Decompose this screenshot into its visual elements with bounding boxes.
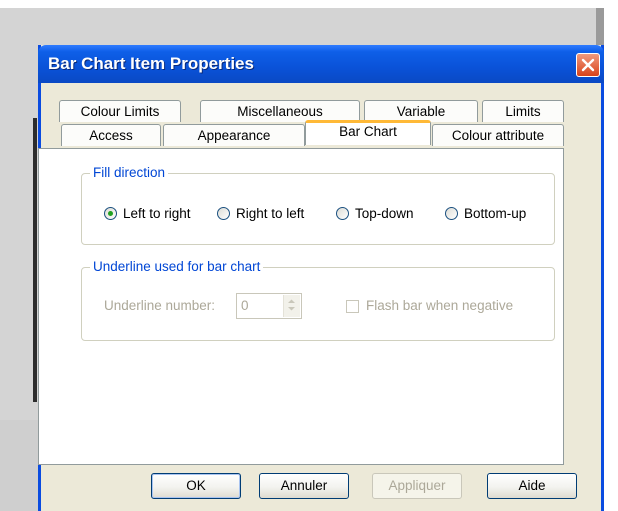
spin-arrows-glyph	[288, 299, 295, 311]
apply-button[interactable]: Appliquer	[372, 473, 462, 499]
radio-label: Top-down	[355, 206, 414, 221]
tab-limits[interactable]: Limits	[482, 100, 564, 122]
tab-variable[interactable]: Variable	[364, 100, 478, 122]
underline-group-label: Underline used for bar chart	[90, 259, 264, 275]
radio-circle	[336, 207, 349, 220]
ok-button[interactable]: OK	[151, 473, 241, 499]
radio-circle	[445, 207, 458, 220]
radio-label: Bottom-up	[464, 206, 527, 221]
tab-appearance[interactable]: Appearance	[163, 124, 305, 146]
radio-label: Left to right	[123, 206, 191, 221]
underline-number-stepper[interactable]: 0	[236, 293, 302, 319]
tab-miscellaneous[interactable]: Miscellaneous	[200, 100, 360, 122]
flash-bar-checkbox[interactable]	[346, 300, 359, 313]
flash-bar-label: Flash bar when negative	[366, 298, 514, 313]
dialog-titlebar[interactable]: Bar Chart Item Properties	[38, 45, 604, 83]
underline-number-value: 0	[241, 298, 249, 313]
tab-colour-limits[interactable]: Colour Limits	[59, 100, 181, 122]
radio-selected-dot	[108, 211, 113, 216]
underline-number-label: Underline number:	[104, 298, 216, 313]
help-button[interactable]: Aide	[487, 473, 577, 499]
bar-chart-tab-panel: Fill direction Left to right Right to le…	[38, 148, 564, 465]
fill-direction-label: Fill direction	[90, 165, 169, 181]
tab-access[interactable]: Access	[61, 124, 161, 146]
radio-circle	[104, 207, 117, 220]
radio-circle	[217, 207, 230, 220]
tab-bar-chart[interactable]: Bar Chart	[305, 120, 431, 145]
close-button[interactable]	[576, 53, 600, 77]
spin-arrows-icon[interactable]	[283, 295, 300, 317]
close-icon	[581, 58, 595, 72]
radio-label: Right to left	[236, 206, 305, 221]
tab-colour-attribute[interactable]: Colour attribute	[432, 124, 564, 146]
fill-direction-group: Fill direction Left to right Right to le…	[81, 165, 555, 245]
dialog-title: Bar Chart Item Properties	[48, 54, 254, 73]
window-divider	[33, 118, 37, 402]
underline-group: Underline used for bar chart Underline n…	[81, 259, 555, 341]
cancel-button[interactable]: Annuler	[259, 473, 349, 499]
